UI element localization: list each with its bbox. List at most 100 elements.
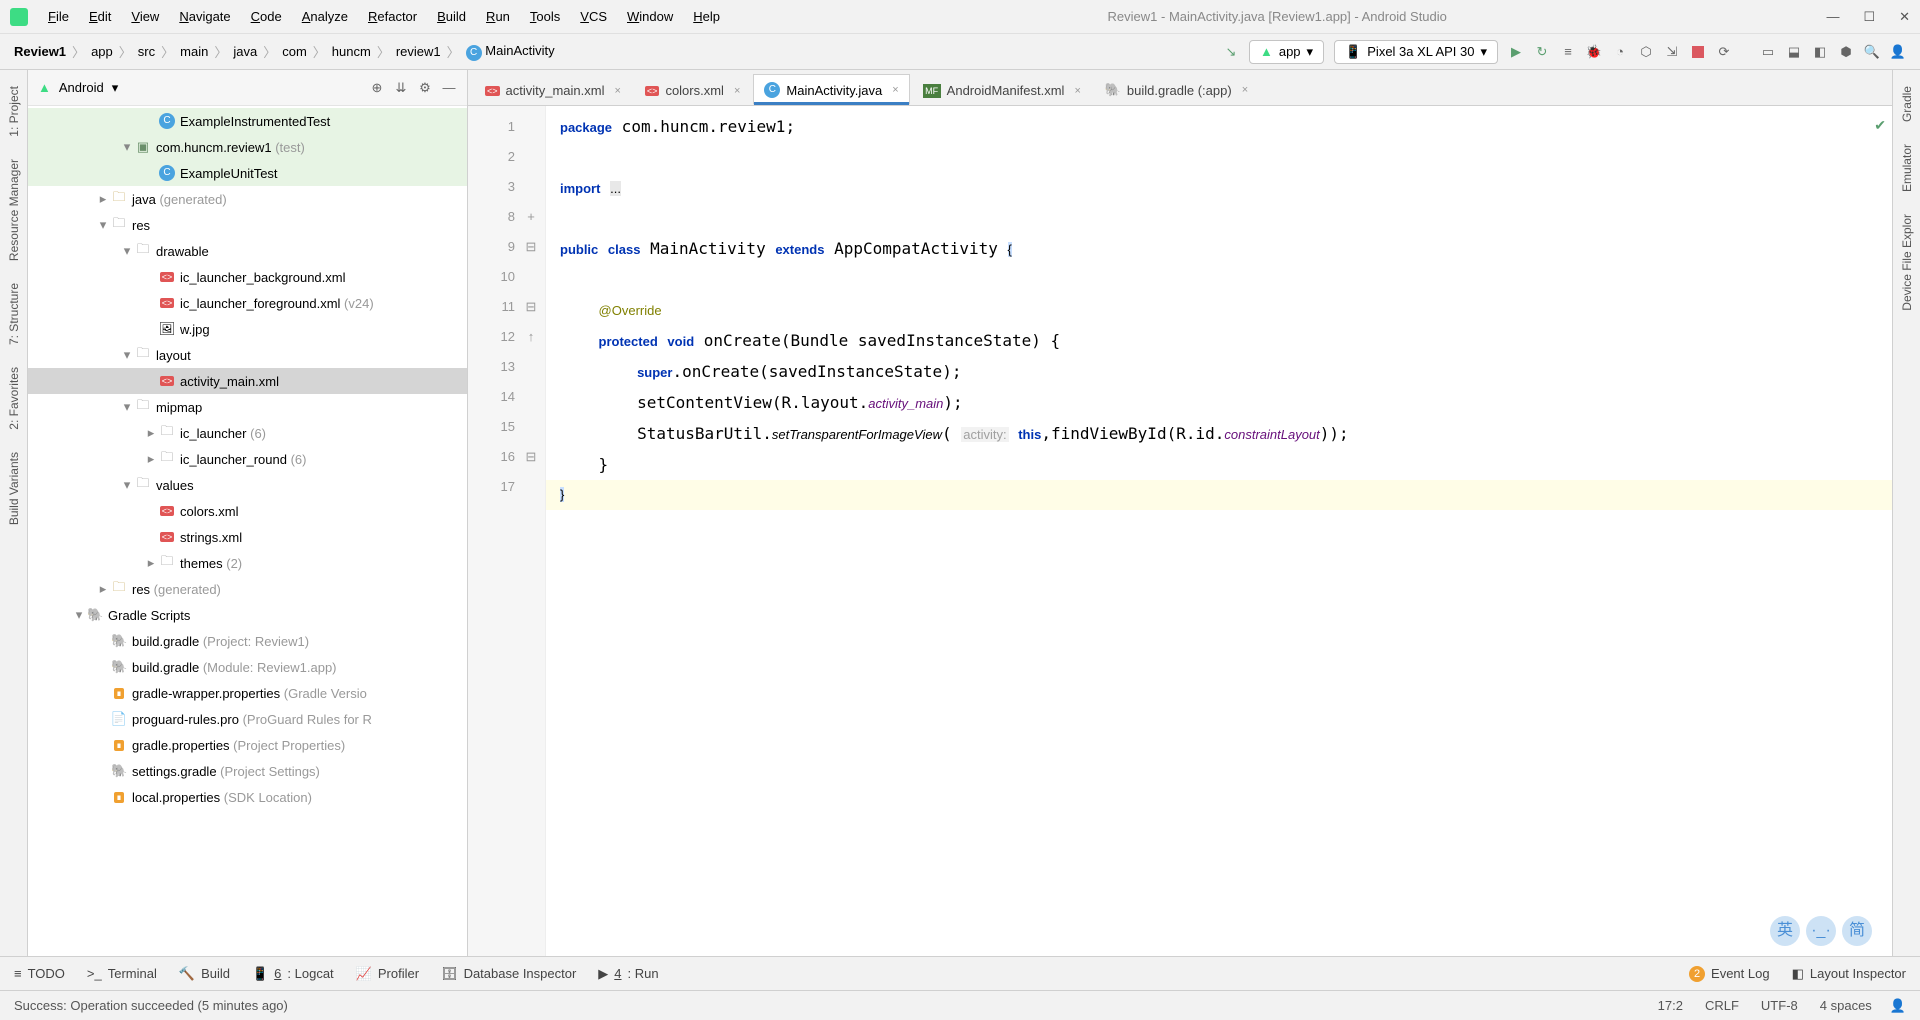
tree-node[interactable]: ▸🗀java (generated)	[28, 186, 467, 212]
tree-node[interactable]: CExampleInstrumentedTest	[28, 108, 467, 134]
resource-manager-icon[interactable]: ◧	[1812, 44, 1828, 60]
tree-node[interactable]: 🐘build.gradle (Module: Review1.app)	[28, 654, 467, 680]
menu-file[interactable]: File	[40, 5, 77, 28]
tree-node[interactable]: ▾🗀values	[28, 472, 467, 498]
tree-node[interactable]: <>ic_launcher_background.xml	[28, 264, 467, 290]
avd-manager-icon[interactable]: ▭	[1760, 44, 1776, 60]
search-icon[interactable]: 🔍	[1864, 44, 1880, 60]
tool-tab-resource-manager[interactable]: Resource Manager	[4, 149, 24, 271]
tree-node[interactable]: ▸🗀ic_launcher (6)	[28, 420, 467, 446]
tool-tab----project[interactable]: 1: Project	[4, 76, 24, 147]
tool-tab-build[interactable]: 🔨Build	[179, 966, 230, 982]
editor-tab[interactable]: 🐘build.gradle (:app)×	[1094, 74, 1259, 105]
code-editor[interactable]: 123891011121314151617 +⊟⊟↑⊟ ✔package com…	[468, 106, 1892, 956]
breadcrumb-item[interactable]: com	[282, 44, 307, 59]
menu-view[interactable]: View	[123, 5, 167, 28]
editor-tab[interactable]: MFAndroidManifest.xml×	[912, 75, 1092, 105]
tool-tab-profiler[interactable]: 📈Profiler	[356, 966, 419, 982]
device-manager-icon[interactable]: ⬢	[1838, 44, 1854, 60]
tree-node[interactable]: ▾🐘Gradle Scripts	[28, 602, 467, 628]
menu-tools[interactable]: Tools	[522, 5, 568, 28]
event-log-button[interactable]: 2 Event Log	[1689, 966, 1770, 982]
project-view-label[interactable]: Android	[59, 80, 104, 95]
breadcrumb-item[interactable]: main	[180, 44, 208, 59]
apply-code-icon[interactable]: ≡	[1560, 44, 1576, 60]
menu-run[interactable]: Run	[478, 5, 518, 28]
project-tree[interactable]: CExampleInstrumentedTest▾▣com.huncm.revi…	[28, 106, 467, 956]
maximize-icon[interactable]: ☐	[1863, 9, 1875, 25]
tree-node[interactable]: ▸🗀themes (2)	[28, 550, 467, 576]
tree-node[interactable]: 🖼w.jpg	[28, 316, 467, 342]
tool-tab----run[interactable]: ▶4: Run	[598, 966, 658, 982]
tree-node[interactable]: ▾🗀drawable	[28, 238, 467, 264]
menu-build[interactable]: Build	[429, 5, 474, 28]
build-hammer-icon[interactable]: ↘	[1223, 44, 1239, 60]
stop-icon[interactable]	[1690, 44, 1706, 60]
tree-node[interactable]: ▸🗀res (generated)	[28, 576, 467, 602]
menu-vcs[interactable]: VCS	[572, 5, 615, 28]
tree-node[interactable]: <>activity_main.xml	[28, 368, 467, 394]
tool-tab-terminal[interactable]: >_Terminal	[87, 966, 157, 981]
sdk-manager-icon[interactable]: ⬓	[1786, 44, 1802, 60]
tree-node[interactable]: 🐘settings.gradle (Project Settings)	[28, 758, 467, 784]
status-widget[interactable]: CRLF	[1705, 998, 1739, 1013]
close-tab-icon[interactable]: ×	[614, 85, 620, 97]
status-widget[interactable]: 17:2	[1658, 998, 1683, 1013]
breadcrumb-item[interactable]: Review1	[14, 44, 66, 59]
breadcrumb-item[interactable]: app	[91, 44, 113, 59]
gear-icon[interactable]: ⚙	[417, 80, 433, 96]
profile-icon[interactable]: ◔	[1612, 44, 1628, 60]
tree-node[interactable]: 📄proguard-rules.pro (ProGuard Rules for …	[28, 706, 467, 732]
status-widget[interactable]: UTF-8	[1761, 998, 1798, 1013]
editor-tab[interactable]: <>colors.xml×	[634, 75, 751, 105]
tree-node[interactable]: <>strings.xml	[28, 524, 467, 550]
breadcrumb-item[interactable]: src	[138, 44, 155, 59]
layout-inspector-button[interactable]: ◧ Layout Inspector	[1792, 966, 1906, 982]
menu-help[interactable]: Help	[685, 5, 728, 28]
code-content[interactable]: ✔package com.huncm.review1; import ... p…	[546, 106, 1892, 956]
minimize-icon[interactable]: —	[1826, 9, 1839, 25]
tool-tab-database-inspector[interactable]: 🗄Database Inspector	[441, 966, 576, 982]
menu-code[interactable]: Code	[243, 5, 290, 28]
menu-window[interactable]: Window	[619, 5, 681, 28]
tree-node[interactable]: ▾▣com.huncm.review1 (test)	[28, 134, 467, 160]
tree-node[interactable]: ▾🗀mipmap	[28, 394, 467, 420]
tool-tab-emulator[interactable]: Emulator	[1897, 134, 1917, 202]
close-tab-icon[interactable]: ×	[892, 84, 898, 96]
attach-debugger-icon[interactable]: ⇲	[1664, 44, 1680, 60]
tree-node[interactable]: ∎gradle-wrapper.properties (Gradle Versi…	[28, 680, 467, 706]
run-config-combo[interactable]: ▲ app ▾	[1249, 40, 1324, 64]
breadcrumb-item[interactable]: java	[233, 44, 257, 59]
tree-node[interactable]: <>colors.xml	[28, 498, 467, 524]
debug-icon[interactable]: 🐞	[1586, 44, 1602, 60]
close-icon[interactable]: ✕	[1899, 9, 1910, 25]
run-icon[interactable]: ▶	[1508, 44, 1524, 60]
status-widget[interactable]: 4 spaces	[1820, 998, 1872, 1013]
tool-tab-todo[interactable]: ≡TODO	[14, 966, 65, 981]
tool-tab-device-file-explor[interactable]: Device File Explor	[1897, 204, 1917, 321]
tool-tab----favorites[interactable]: 2: Favorites	[4, 357, 24, 440]
tree-node[interactable]: ▾🗀layout	[28, 342, 467, 368]
coverage-icon[interactable]: ⬡	[1638, 44, 1654, 60]
chevron-down-icon[interactable]: ▾	[112, 80, 119, 96]
tree-node[interactable]: ∎local.properties (SDK Location)	[28, 784, 467, 810]
tree-node[interactable]: <>ic_launcher_foreground.xml (v24)	[28, 290, 467, 316]
close-tab-icon[interactable]: ×	[734, 85, 740, 97]
menu-analyze[interactable]: Analyze	[294, 5, 356, 28]
tree-node[interactable]: ▾🗀res	[28, 212, 467, 238]
menu-edit[interactable]: Edit	[81, 5, 119, 28]
ide-status-icon[interactable]: 👤	[1890, 998, 1906, 1014]
apply-changes-icon[interactable]: ↻	[1534, 44, 1550, 60]
collapse-all-icon[interactable]: ⇊	[393, 80, 409, 96]
tool-tab-gradle[interactable]: Gradle	[1897, 76, 1917, 132]
breadcrumb-item[interactable]: C MainActivity	[466, 43, 555, 61]
close-tab-icon[interactable]: ×	[1074, 85, 1080, 97]
editor-tab[interactable]: CMainActivity.java×	[753, 74, 909, 105]
tree-node[interactable]: ▸🗀ic_launcher_round (6)	[28, 446, 467, 472]
editor-tab[interactable]: <>activity_main.xml×	[474, 75, 632, 105]
menu-refactor[interactable]: Refactor	[360, 5, 425, 28]
tool-tab----structure[interactable]: 7: Structure	[4, 273, 24, 355]
select-opened-file-icon[interactable]: ⊕	[369, 80, 385, 96]
tool-tab----logcat[interactable]: 📱6: Logcat	[252, 966, 334, 982]
tool-tab-build-variants[interactable]: Build Variants	[4, 442, 24, 535]
